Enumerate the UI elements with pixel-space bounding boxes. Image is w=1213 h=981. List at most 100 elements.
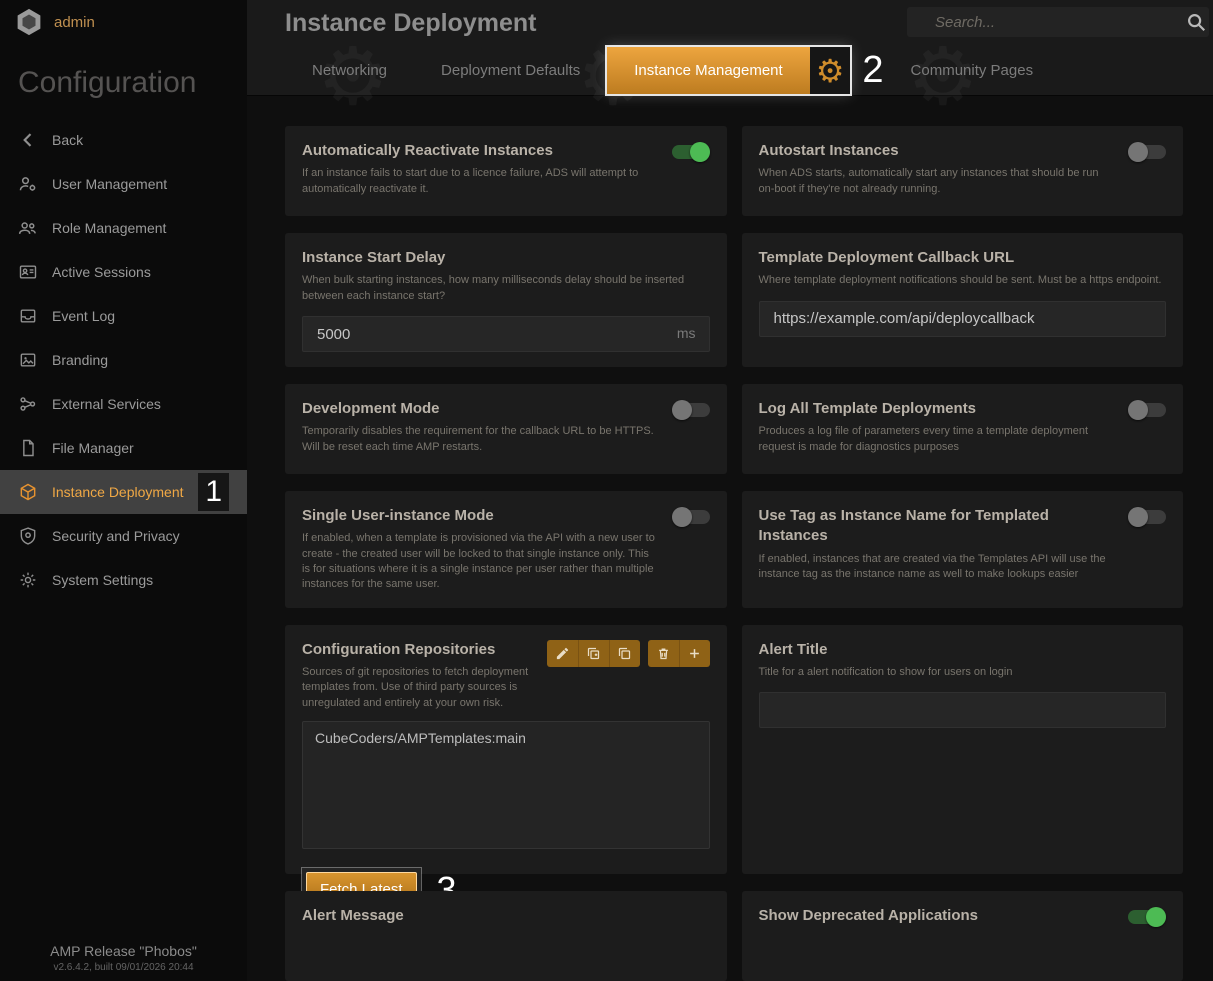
setting-card-configuration-repositories: Configuration Repositories Sources of gi… [285,625,727,874]
sidebar-item-label: Back [52,132,83,148]
annotation-step-2: 2 [862,46,883,95]
search-icon[interactable] [1185,11,1207,33]
edit-button[interactable] [547,640,578,667]
copy-add-button[interactable] [578,640,609,667]
search-input[interactable] [907,14,1209,31]
setting-title: Template Deployment Callback URL [759,248,1167,268]
delete-button[interactable] [648,640,679,667]
sidebar-item-label: External Services [52,396,161,412]
setting-description: If enabled, instances that are created v… [759,552,1115,583]
setting-card-automatically-reactivate-instances: Automatically Reactivate Instances If an… [285,126,727,216]
shield-icon [18,526,38,546]
sidebar-item-user-management[interactable]: User Management [0,162,247,206]
toggle-knob [690,142,710,162]
setting-title: Show Deprecated Applications [759,906,1115,926]
sidebar-item-label: Role Management [52,220,166,236]
setting-title: Use Tag as Instance Name for Templated I… [759,506,1115,547]
toggle-knob [672,400,692,420]
build-version: v2.6.4.2, built 09/01/2026 20:44 [0,962,247,973]
sidebar-item-label: System Settings [52,572,153,588]
repositories-list[interactable]: CubeCoders/AMPTemplates:main [302,721,710,849]
duplicate-button[interactable] [609,640,640,667]
active-tab-highlight: Instance Management ⚙ [607,47,850,94]
setting-title: Alert Title [759,640,1167,660]
sidebar-item-branding[interactable]: Branding [0,338,247,382]
hub-icon [18,394,38,414]
username: admin [54,14,95,31]
sidebar-item-back[interactable]: Back [0,118,247,162]
version-footer: AMP Release "Phobos" v2.6.4.2, built 09/… [0,943,247,981]
toggle-show-deprecated-applications[interactable] [1128,910,1166,924]
toggle-knob [1128,142,1148,162]
toggle-knob [1146,907,1166,927]
setting-title: Single User-instance Mode [302,506,658,526]
toggle-knob [1128,507,1148,527]
sidebar-item-instance-deployment[interactable]: Instance Deployment 1 [0,470,247,514]
image-icon [18,350,38,370]
setting-description: When bulk starting instances, how many m… [302,273,710,304]
sidebar-item-label: Event Log [52,308,115,324]
setting-description: If enabled, when a template is provision… [302,531,658,593]
user-menu[interactable]: admin [0,0,247,44]
setting-title: Instance Start Delay [302,248,710,268]
sidebar-item-label: File Manager [52,440,134,456]
file-icon [18,438,38,458]
setting-title: Development Mode [302,399,658,419]
add-button[interactable] [679,640,710,667]
alert-title-input[interactable] [759,692,1167,728]
edit-button-group [547,640,640,667]
sidebar-item-label: Active Sessions [52,264,151,280]
sidebar-nav: Back User Management Role Management Act… [0,118,247,943]
user-gear-icon [18,174,38,194]
setting-title: Automatically Reactivate Instances [302,141,658,161]
sidebar-item-role-management[interactable]: Role Management [0,206,247,250]
toggle-use-tag-as-instance-name[interactable] [1128,510,1166,524]
sidebar-item-file-manager[interactable]: File Manager [0,426,247,470]
sidebar-item-system-settings[interactable]: System Settings [0,558,247,602]
setting-description: Produces a log file of parameters every … [759,424,1115,455]
tab-deployment-defaults[interactable]: Deployment Defaults [414,46,607,95]
sidebar-item-label: Instance Deployment [52,484,184,500]
setting-description: Title for a alert notification to show f… [759,665,1167,680]
setting-description: When ADS starts, automatically start any… [759,166,1115,197]
sidebar-item-external-services[interactable]: External Services [0,382,247,426]
sidebar-item-security-and-privacy[interactable]: Security and Privacy [0,514,247,558]
toggle-autostart-instances[interactable] [1128,145,1166,159]
setting-description: If an instance fails to start due to a l… [302,166,658,197]
topbar: Instance Deployment [247,0,1213,46]
page-title: Instance Deployment [285,9,536,38]
setting-description: Temporarily disables the requirement for… [302,424,658,455]
setting-title: Configuration Repositories [302,640,533,660]
sidebar-item-active-sessions[interactable]: Active Sessions [0,250,247,294]
sidebar-title: Configuration [0,44,247,118]
user-card-icon [18,262,38,282]
setting-card-single-user-instance-mode: Single User-instance Mode If enabled, wh… [285,491,727,608]
tab-community-pages[interactable]: Community Pages [884,46,1061,95]
package-icon [18,482,38,502]
modify-button-group [648,640,710,667]
setting-title: Autostart Instances [759,141,1115,161]
toggle-log-all-template-deployments[interactable] [1128,403,1166,417]
amp-configuration-screen: admin Configuration Back User Management… [0,0,1213,981]
main-panel: Instance Deployment ⚙ ⚙ ⚙ Networking Dep… [247,0,1213,981]
gear-icon [18,570,38,590]
setting-card-development-mode: Development Mode Temporarily disables th… [285,384,727,474]
annotation-step-1: 1 [198,473,229,511]
tab-instance-management[interactable]: Instance Management [607,47,809,94]
callback-url-input[interactable] [759,301,1167,337]
toggle-development-mode[interactable] [672,403,710,417]
setting-card-template-deployment-callback-url: Template Deployment Callback URL Where t… [742,233,1184,367]
tab-networking[interactable]: Networking [285,46,414,95]
toggle-single-user-instance-mode[interactable] [672,510,710,524]
repositories-toolbar [547,640,710,667]
sidebar-item-event-log[interactable]: Event Log [0,294,247,338]
setting-card-log-all-template-deployments: Log All Template Deployments Produces a … [742,384,1184,474]
setting-card-alert-message: Alert Message [285,891,727,981]
sidebar-item-label: Branding [52,352,108,368]
search-box [907,7,1209,37]
toggle-automatically-reactivate-instances[interactable] [672,145,710,159]
setting-card-instance-start-delay: Instance Start Delay When bulk starting … [285,233,727,367]
setting-title: Alert Message [302,906,710,926]
tab-bar: ⚙ ⚙ ⚙ Networking Deployment Defaults Ins… [247,46,1213,96]
instance-start-delay-input[interactable] [302,316,710,352]
